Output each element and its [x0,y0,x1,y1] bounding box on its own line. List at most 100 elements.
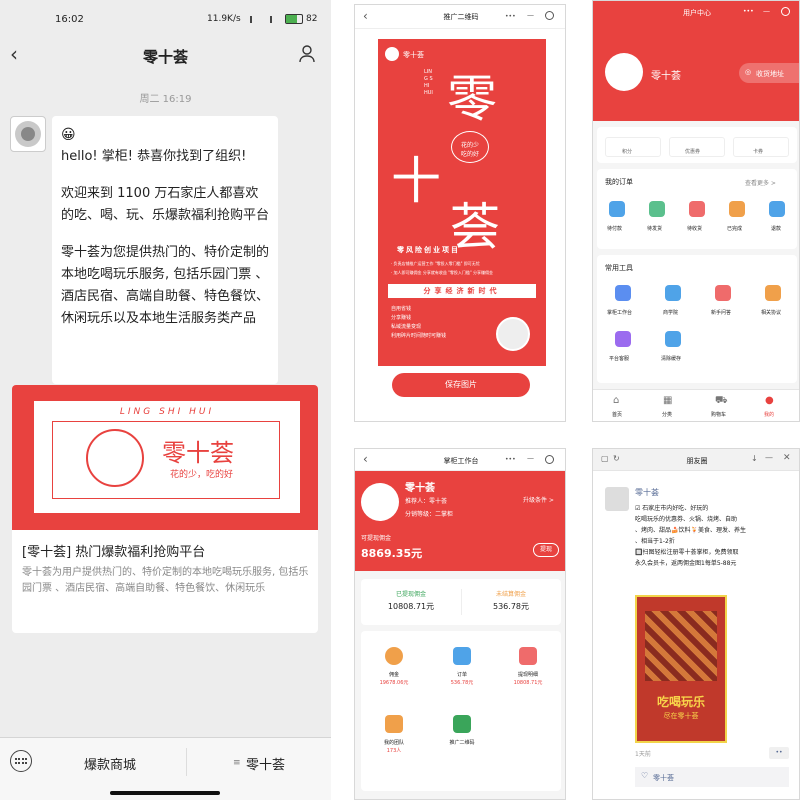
tab-category[interactable]: 分类 [662,411,672,418]
chat-title: 零十荟 [142,48,188,66]
stat-coupons-label: 优惠券 [685,149,701,155]
comment-icon[interactable] [729,201,745,217]
message-bubble: 😀 hello! 掌柜! 恭喜你找到了组织! 欢迎来到 1100 万石家庄人都喜… [52,116,278,384]
user-center-panel: 用户中心 ••• — 零十荟 ◎ 收货地址 积分 优惠券 卡券 我的订单 查看更… [592,0,800,422]
workbench-icon[interactable] [615,285,631,301]
cart-icon[interactable]: ⛟ [715,395,728,408]
order-label-3: 待收货 [687,226,703,232]
order-label-5: 退款 [771,226,782,232]
withdraw-button[interactable]: 提现 [533,543,559,557]
moment-line-3: 、烤肉、甜品🍰饮料🍹美食、理发、养生 [635,527,746,534]
message-description: 零十荟为您提供热门的、特价定制的本地吃喝玩乐服务, 包括乐园门票 、酒店民宿、高… [61,245,270,326]
moment-line-4: 、相当于1-2折 [635,538,675,545]
package-icon[interactable] [689,201,705,217]
support-icon[interactable] [615,331,631,347]
poster-name[interactable]: 零十荟 [635,487,659,498]
poster-project: 零风险创业项目 [397,246,460,254]
share-card[interactable]: LING SHI HUI 零十荟 花的少，吃的好 [零十荟] 热门爆款福利抢购平… [12,385,318,633]
moment-actions-button[interactable]: •• [769,747,789,759]
unsettled-label: 未结算佣金 [495,591,526,598]
poster-pinyin: LING SHI HUI [424,69,433,96]
withdrawable-label: 可提现佣金 [361,535,392,542]
close-icon[interactable] [545,11,554,20]
school-icon[interactable] [665,285,681,301]
card-logo-text: 零十荟 [162,439,234,467]
recommender: 推荐人：零十荟 [405,498,448,505]
address-label: 收货地址 [756,70,784,78]
chat-panel: 16:02 11.9K/s 82 ‹ 零十荟 周二 16:19 😀 hello!… [0,0,331,800]
truck-icon[interactable] [649,201,665,217]
me-icon[interactable]: ● [765,395,774,406]
tab-cart[interactable]: 购物车 [711,411,726,418]
poster-seal-line2: 吃的好 [460,151,479,158]
orders-more[interactable]: 查看更多 > [745,178,776,187]
poster-seal-line1: 花的少 [460,142,479,149]
item-value-3: 10808.71元 [513,680,543,686]
commission-icon[interactable] [385,647,403,665]
stat-points[interactable] [605,137,661,157]
tool-label-4: 相关协议 [761,310,782,316]
chat-timestamp: 周二 16:19 [139,94,192,105]
minimize-icon[interactable]: — [763,7,770,15]
clear-cache-icon[interactable] [665,331,681,347]
withdraw-detail-icon[interactable] [519,647,537,665]
faq-icon[interactable] [715,285,731,301]
tab-me[interactable]: 我的 [764,411,774,418]
keyboard-icon[interactable] [10,750,32,772]
workbench-panel: ‹ 掌柜工作台 ••• — 零十荟 推荐人：零十荟 分销等级：二掌柜 升级条件 … [354,448,566,800]
like-user[interactable]: 零十荟 [653,773,674,783]
more-icon[interactable]: ••• [743,8,754,15]
more-icon[interactable]: ••• [505,456,516,463]
poster-brand: 零十荟 [403,51,424,59]
workbench-name: 零十荟 [405,483,435,494]
card-logo-icon [86,429,144,487]
moment-line-6: 永久会员卡，返两佣金图1每单5-88元 [635,560,737,567]
user-avatar[interactable] [605,53,643,91]
avatar[interactable] [10,116,46,152]
category-icon[interactable]: ▦ [663,395,672,406]
home-icon[interactable]: ⌂ [613,395,619,406]
profile-icon[interactable] [299,45,315,63]
distribution-level: 分销等级：二掌柜 [405,511,454,518]
item-value-4: 173人 [386,748,402,754]
wallet-icon[interactable] [609,201,625,217]
order-label-1: 待付款 [607,226,623,232]
item-value-1: 19678.06元 [379,680,409,686]
network-speed: 11.9K/s [207,14,241,24]
minimize-icon[interactable]: — [765,453,773,462]
poster-banner: 分享经济新时代 [388,284,536,298]
tab-home[interactable]: 首页 [612,411,622,418]
poster-sub-4: 利用碎片时间随时可赚钱 [391,333,447,339]
pin-top-icon[interactable]: ↓ [751,454,758,463]
close-icon[interactable] [545,455,554,464]
agreement-icon[interactable] [765,285,781,301]
tool-label-6: 清除缓存 [661,356,682,362]
team-icon[interactable] [385,715,403,733]
save-image-button[interactable]: 保存图片 [392,373,530,397]
moment-line-5: 🔲扫图轻松注册零十荟掌柜，免费领取 [635,549,739,556]
menu-brand[interactable]: 零十荟 [246,754,285,773]
card-description: 零十荟为用户提供热门的、特价定制的本地吃喝玩乐服务, 包括乐园门票 、酒店民宿、… [22,567,309,594]
emoji: 😀 [61,127,76,143]
upgrade-link[interactable]: 升级条件 > [523,495,554,504]
close-icon[interactable]: ✕ [783,453,791,463]
more-icon[interactable]: ••• [505,13,516,20]
tools-card [597,255,797,383]
poster-sub-3: 私域流量变现 [391,324,422,330]
minimize-icon[interactable]: — [527,11,534,19]
order-label-4: 已完成 [727,226,743,232]
poster-avatar[interactable] [605,487,629,511]
menu-mall[interactable]: 爆款商城 [40,754,180,773]
location-icon: ◎ [745,68,752,76]
home-indicator [110,791,220,795]
workbench-title: 掌柜工作台 [443,457,479,465]
close-icon[interactable] [781,7,790,16]
poster-line-2: · 加人即可赚佣金 分享就有收益 "零投入门槛" 分享赚佣金 [391,270,494,275]
minimize-icon[interactable]: — [527,454,534,462]
qrcode-icon[interactable] [453,715,471,733]
poster-logo-icon [385,47,399,61]
refund-icon[interactable] [769,201,785,217]
order-icon[interactable] [453,647,471,665]
poster-panel: ‹ 推广二维码 ••• — 零十荟 零 十 荟 LING SHI HUI 花的少… [354,4,566,422]
withdrawn-label: 已提现佣金 [395,591,426,598]
